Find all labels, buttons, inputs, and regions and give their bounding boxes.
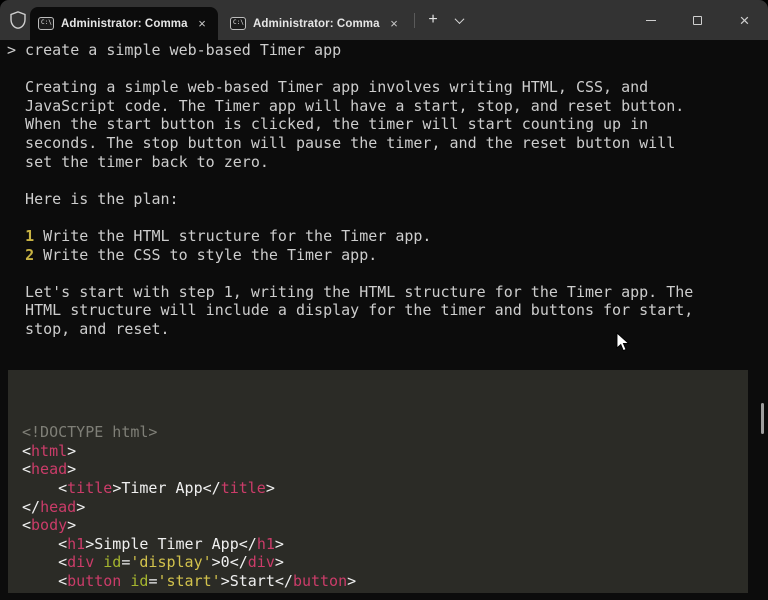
code-line: <h1>Simple Timer App</h1> xyxy=(22,535,748,554)
terminal-line: seconds. The stop button will pause the … xyxy=(7,134,693,153)
terminal-line: 1 Write the HTML structure for the Timer… xyxy=(7,227,693,246)
terminal-window: C:\ Administrator: Command Pro × C:\ Adm… xyxy=(0,0,768,600)
terminal-line: set the timer back to zero. xyxy=(7,153,693,172)
minimize-button[interactable] xyxy=(627,0,674,40)
tab-title: Administrator: Command Pron xyxy=(253,18,380,30)
terminal-content[interactable]: > create a simple web-based Timer app Cr… xyxy=(0,40,768,600)
mouse-cursor-icon xyxy=(616,332,630,353)
code-block: <!DOCTYPE html><html><head> <title>Timer… xyxy=(8,370,748,593)
terminal-output: > create a simple web-based Timer app Cr… xyxy=(7,41,693,339)
titlebar: C:\ Administrator: Command Pro × C:\ Adm… xyxy=(0,0,768,40)
terminal-line: Here is the plan: xyxy=(7,190,693,209)
code-line: <button id='stop'>Stop</button> xyxy=(22,591,748,593)
terminal-line: Let's start with step 1, writing the HTM… xyxy=(7,283,693,302)
tab-close-icon[interactable]: × xyxy=(195,17,209,30)
cmd-prompt-icon: C:\ xyxy=(38,17,54,30)
terminal-line: HTML structure will include a display fo… xyxy=(7,301,693,320)
new-tab-button[interactable]: + xyxy=(421,9,445,32)
tab-administrator-command-pron[interactable]: C:\ Administrator: Command Pron × xyxy=(222,7,410,40)
close-button[interactable]: × xyxy=(721,0,768,40)
code-line: <html> xyxy=(22,442,748,461)
admin-shield-icon xyxy=(10,11,26,29)
terminal-line xyxy=(7,60,693,79)
terminal-line: > create a simple web-based Timer app xyxy=(7,41,693,60)
terminal-line: When the start button is clicked, the ti… xyxy=(7,115,693,134)
terminal-line: Creating a simple web-based Timer app in… xyxy=(7,78,693,97)
terminal-line: JavaScript code. The Timer app will have… xyxy=(7,97,693,116)
window-controls: × xyxy=(627,0,768,40)
maximize-icon xyxy=(693,16,702,25)
terminal-line: 2 Write the CSS to style the Timer app. xyxy=(7,246,693,265)
tab-dropdown-button[interactable] xyxy=(448,9,470,32)
tab-administrator-command-pro[interactable]: C:\ Administrator: Command Pro × xyxy=(30,7,218,40)
code-line: </head> xyxy=(22,498,748,517)
chevron-down-icon xyxy=(454,14,464,24)
code-line: <button id='start'>Start</button> xyxy=(22,572,748,591)
code-line: <head> xyxy=(22,460,748,479)
terminal-line xyxy=(7,208,693,227)
close-icon: × xyxy=(740,12,750,29)
code-line: <body> xyxy=(22,516,748,535)
scrollbar-thumb[interactable] xyxy=(761,403,764,434)
terminal-line: stop, and reset. xyxy=(7,320,693,339)
tab-title: Administrator: Command Pro xyxy=(61,18,188,30)
cmd-prompt-icon: C:\ xyxy=(230,17,246,30)
minimize-icon xyxy=(646,20,656,21)
tab-close-icon[interactable]: × xyxy=(387,17,401,30)
tab-bar-divider xyxy=(414,13,415,28)
code-block-content: <!DOCTYPE html><html><head> <title>Timer… xyxy=(22,423,748,593)
code-line: <!DOCTYPE html> xyxy=(22,423,748,442)
terminal-line xyxy=(7,171,693,190)
terminal-line xyxy=(7,264,693,283)
code-line: <div id='display'>0</div> xyxy=(22,553,748,572)
maximize-button[interactable] xyxy=(674,0,721,40)
code-line: <title>Timer App</title> xyxy=(22,479,748,498)
